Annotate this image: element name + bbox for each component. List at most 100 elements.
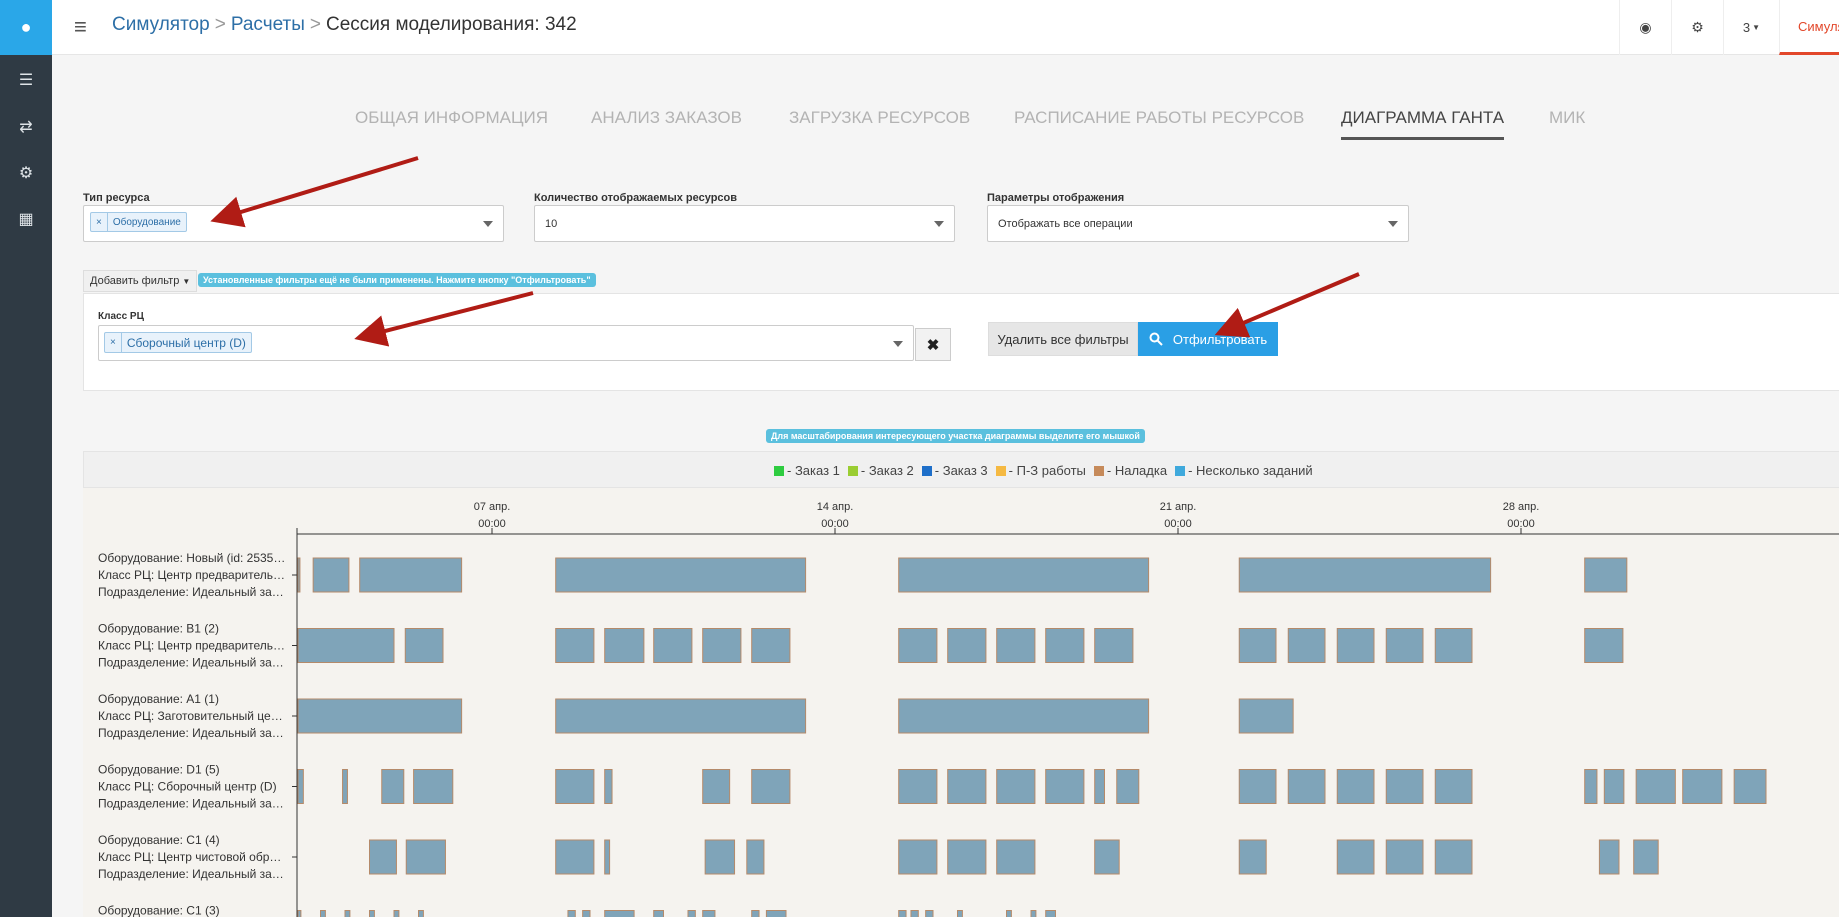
gantt-bar[interactable] <box>1094 628 1134 663</box>
gantt-bar[interactable] <box>898 628 938 663</box>
gantt-bar[interactable] <box>751 910 760 917</box>
gantt-bar[interactable] <box>910 910 919 917</box>
gantt-bar[interactable] <box>604 628 645 663</box>
gantt-bar[interactable] <box>359 557 463 593</box>
gantt-bar[interactable] <box>1094 839 1120 875</box>
gantt-bar[interactable] <box>898 557 1150 593</box>
gantt-bar[interactable] <box>604 769 613 804</box>
clear-filter-button[interactable]: ✖ <box>915 328 951 361</box>
tag-remove-icon[interactable]: × <box>91 213 108 231</box>
resource-type-select[interactable]: × Оборудование <box>83 205 504 242</box>
globe-logo-icon[interactable]: ● <box>0 0 52 55</box>
gantt-bar[interactable] <box>1045 769 1085 804</box>
gantt-bar[interactable] <box>1238 698 1294 734</box>
gantt-bar[interactable] <box>1598 839 1620 875</box>
gantt-bar[interactable] <box>404 628 444 663</box>
add-filter-button[interactable]: Добавить фильтр ▼ <box>83 270 198 292</box>
wc-class-select[interactable]: × Сборочный центр (D) <box>98 325 914 361</box>
gantt-bar[interactable] <box>1116 769 1140 804</box>
gantt-bar[interactable] <box>1030 910 1037 917</box>
gantt-bar[interactable] <box>1238 769 1277 804</box>
gantt-bar[interactable] <box>1633 839 1659 875</box>
tab-resource-schedule[interactable]: РАСПИСАНИЕ РАБОТЫ РЕСУРСОВ <box>1014 108 1304 140</box>
gantt-bar[interactable] <box>947 769 987 804</box>
settings-gear-icon[interactable]: ⚙ <box>1671 0 1723 55</box>
gantt-bar[interactable] <box>555 557 807 593</box>
tab-general-info[interactable]: ОБЩАЯ ИНФОРМАЦИЯ <box>355 108 548 140</box>
gantt-bar[interactable] <box>312 557 350 593</box>
gantt-bar[interactable] <box>567 910 576 917</box>
gantt-bar[interactable] <box>702 769 731 804</box>
gantt-bar[interactable] <box>947 628 987 663</box>
gantt-bar[interactable] <box>898 769 938 804</box>
tab-resource-load[interactable]: ЗАГРУЗКА РЕСУРСОВ <box>789 108 970 140</box>
gantt-bar[interactable] <box>1682 769 1723 804</box>
gantt-bar[interactable] <box>1385 628 1424 663</box>
gantt-bar[interactable] <box>996 628 1036 663</box>
gantt-bar[interactable] <box>751 628 791 663</box>
gantt-bar[interactable] <box>320 910 326 917</box>
gantt-bar[interactable] <box>1238 628 1277 663</box>
gantt-bar[interactable] <box>297 769 304 804</box>
gantt-bar[interactable] <box>413 769 454 804</box>
gantt-bar[interactable] <box>1336 839 1375 875</box>
gantt-bar[interactable] <box>1238 839 1267 875</box>
gantt-bar[interactable] <box>947 839 987 875</box>
gantt-bar[interactable] <box>604 839 611 875</box>
gantt-bar[interactable] <box>297 557 301 593</box>
gantt-bar[interactable] <box>996 769 1036 804</box>
gantt-bar[interactable] <box>653 910 665 917</box>
breadcrumb-simulator[interactable]: Симулятор <box>112 14 210 35</box>
gantt-bar[interactable] <box>702 910 716 917</box>
gantt-bar[interactable] <box>957 910 963 917</box>
tab-mik[interactable]: МИК <box>1549 108 1585 140</box>
gantt-bar[interactable] <box>342 769 348 804</box>
gantt-bar[interactable] <box>555 628 595 663</box>
tab-orders-analysis[interactable]: АНАЛИЗ ЗАКАЗОВ <box>591 108 742 140</box>
section-simulator-tab[interactable]: Симуля <box>1779 0 1839 55</box>
gantt-bar[interactable] <box>555 839 595 875</box>
gantt-bar[interactable] <box>604 910 635 917</box>
gantt-bar[interactable] <box>925 910 934 917</box>
gears-icon[interactable]: ⚙ <box>0 153 52 193</box>
gantt-bar[interactable] <box>1006 910 1012 917</box>
gantt-bar[interactable] <box>1434 628 1473 663</box>
gantt-bar[interactable] <box>1733 769 1767 804</box>
gantt-bar[interactable] <box>582 910 591 917</box>
gantt-bar[interactable] <box>746 839 765 875</box>
gantt-bar[interactable] <box>1635 769 1676 804</box>
language-globe-icon[interactable]: ◉ <box>1619 0 1671 55</box>
gantt-bar[interactable] <box>1045 910 1057 917</box>
gantt-bar[interactable] <box>1336 769 1375 804</box>
gantt-bar[interactable] <box>765 910 787 917</box>
gantt-bar[interactable] <box>702 628 742 663</box>
gantt-bar[interactable] <box>555 698 807 734</box>
gantt-bar[interactable] <box>1238 557 1492 593</box>
gantt-bar[interactable] <box>898 910 907 917</box>
display-params-select[interactable]: Отображать все операции <box>987 205 1409 242</box>
gantt-bar[interactable] <box>393 910 400 917</box>
list-icon[interactable]: ☰ <box>0 60 52 100</box>
gantt-bar[interactable] <box>1287 769 1326 804</box>
gantt-bar[interactable] <box>1584 769 1598 804</box>
gantt-bar[interactable] <box>1094 769 1106 804</box>
tab-gantt-chart[interactable]: ДИАГРАММА ГАНТА <box>1341 108 1505 140</box>
gantt-bar[interactable] <box>369 839 397 875</box>
gantt-bar[interactable] <box>687 910 696 917</box>
gantt-bar[interactable] <box>996 839 1036 875</box>
gantt-bar[interactable] <box>898 698 1150 734</box>
apply-filter-button[interactable]: Отфильтровать <box>1138 322 1278 356</box>
gantt-bar[interactable] <box>381 769 405 804</box>
gantt-bar[interactable] <box>1434 839 1473 875</box>
gantt-bar[interactable] <box>344 910 351 917</box>
gantt-bar[interactable] <box>297 698 463 734</box>
resource-count-select[interactable]: 10 <box>534 205 955 242</box>
gantt-bar[interactable] <box>751 769 791 804</box>
delete-all-filters-button[interactable]: Удалить все фильтры <box>988 322 1138 356</box>
gantt-bar[interactable] <box>297 628 395 663</box>
breadcrumb-calculations[interactable]: Расчеты <box>231 14 305 35</box>
gantt-bar[interactable] <box>1287 628 1326 663</box>
transfer-arrows-icon[interactable]: ⇄ <box>0 107 52 147</box>
gantt-bar[interactable] <box>1584 628 1624 663</box>
gantt-bar[interactable] <box>1434 769 1473 804</box>
